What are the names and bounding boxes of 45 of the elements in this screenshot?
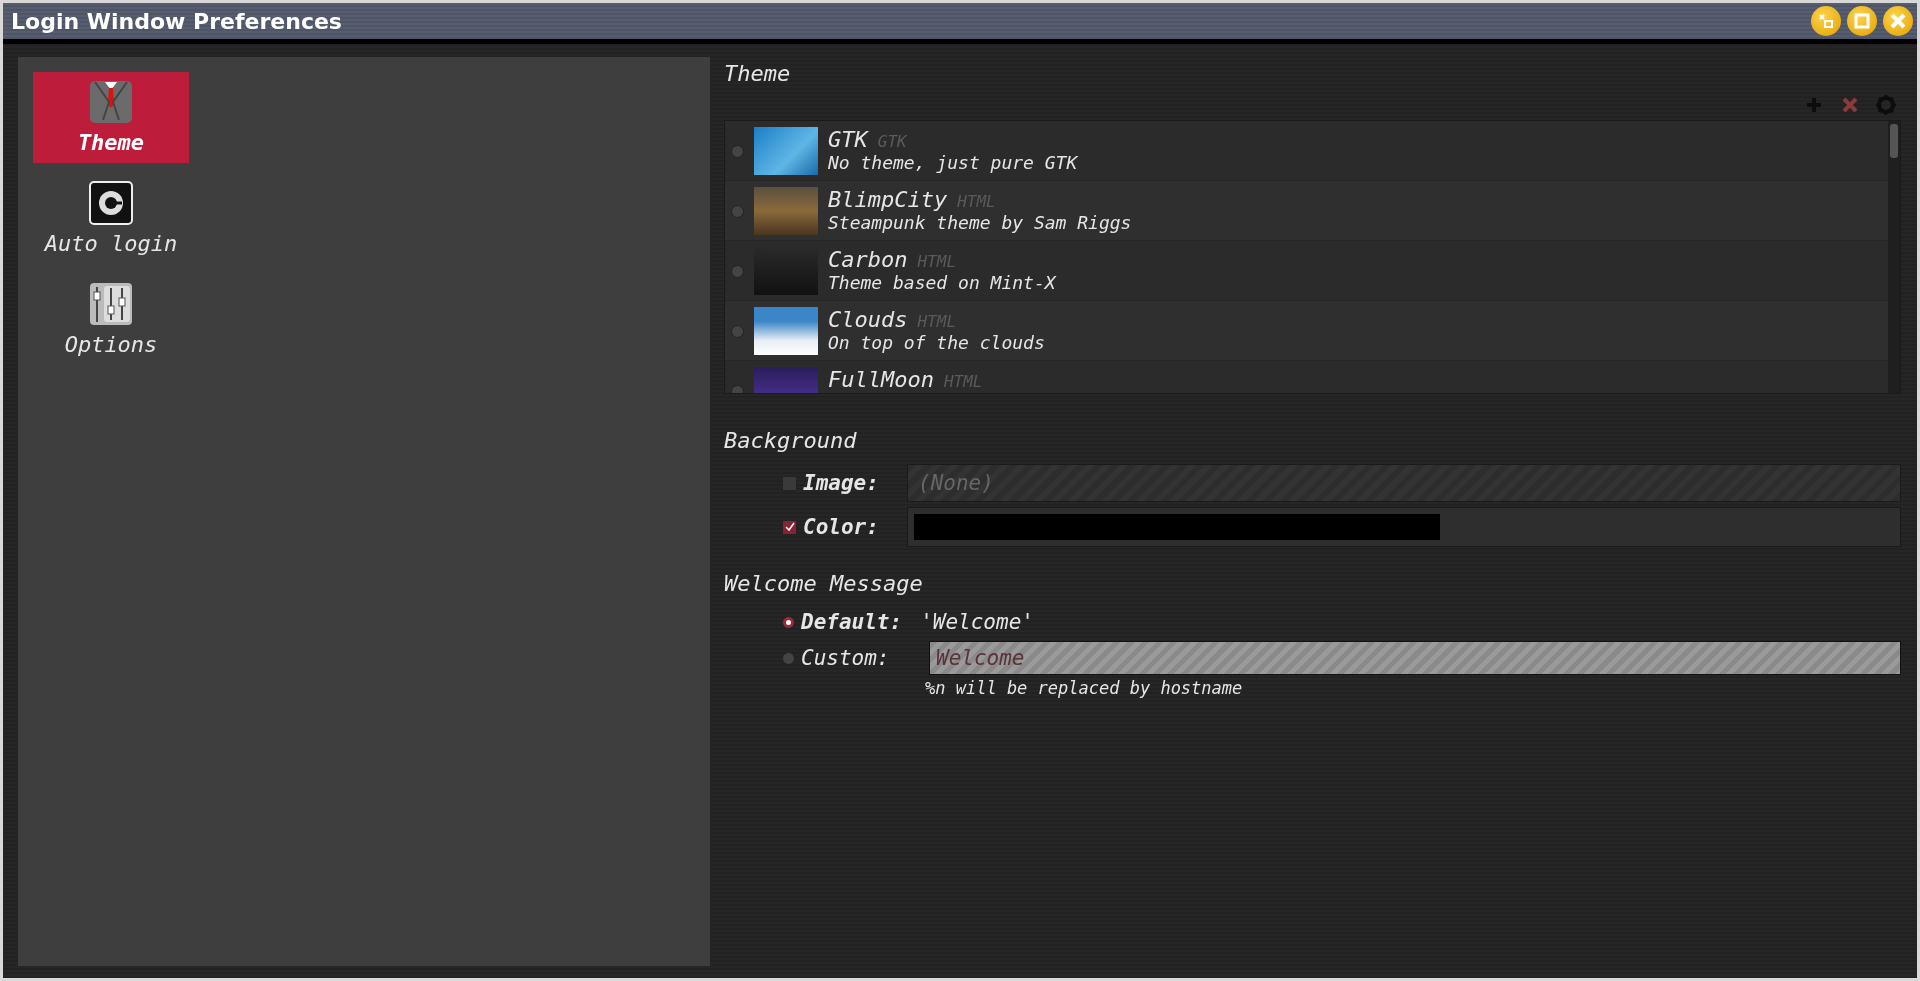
theme-description: Theme based on Mint-X xyxy=(828,272,1056,293)
checkbox[interactable] xyxy=(782,519,797,535)
theme-description: On top of the clouds xyxy=(828,332,1045,353)
radio-button[interactable] xyxy=(731,145,744,158)
settings-icon[interactable] xyxy=(1875,94,1897,116)
window-title: Login Window Preferences xyxy=(11,8,342,34)
radio-button[interactable] xyxy=(731,205,744,218)
section-heading: Background xyxy=(724,428,858,453)
default-message: 'Welcome' xyxy=(920,610,1034,634)
theme-name: Carbon xyxy=(828,247,908,272)
sliders-icon xyxy=(89,282,133,326)
close-icon xyxy=(1890,13,1906,29)
maximize-button[interactable] xyxy=(1847,6,1877,36)
radio-button[interactable] xyxy=(782,651,795,665)
radio-button[interactable] xyxy=(782,615,795,629)
radio-button[interactable] xyxy=(731,265,744,278)
field-label: Color: xyxy=(803,515,880,539)
hint-text: %n will be replaced by hostname xyxy=(925,678,1244,698)
sidebar-item[interactable]: Theme xyxy=(33,72,189,163)
option-label: Default: xyxy=(801,610,903,634)
close-button[interactable] xyxy=(1883,6,1913,36)
theme-name: FullMoon xyxy=(828,367,934,392)
restore-icon xyxy=(1818,13,1834,29)
color-picker-button[interactable] xyxy=(907,507,1901,547)
restore-button[interactable] xyxy=(1811,6,1841,36)
theme-thumbnail xyxy=(754,187,818,235)
sidebar-item[interactable]: Options xyxy=(33,274,189,365)
suit-icon xyxy=(89,80,133,124)
power-icon xyxy=(89,181,133,225)
theme-thumbnail xyxy=(754,307,818,355)
theme-description: No theme, just pure GTK xyxy=(828,152,1078,173)
theme-name: GTK xyxy=(828,127,868,152)
theme-name: BlimpCity xyxy=(828,187,948,212)
sidebar-item[interactable]: Auto login xyxy=(33,173,189,264)
section-heading: Theme xyxy=(724,61,792,86)
radio-button[interactable] xyxy=(731,325,744,338)
option-label: Custom: xyxy=(801,646,891,670)
theme-thumbnail xyxy=(754,127,818,175)
maximize-icon xyxy=(1854,13,1870,29)
checkbox[interactable] xyxy=(782,475,797,491)
theme-description: Steampunk theme by Sam Riggs xyxy=(828,212,1132,233)
scrollbar[interactable] xyxy=(1888,121,1900,393)
theme-name: Clouds xyxy=(828,307,908,332)
section-heading: Welcome Message xyxy=(724,571,924,596)
field-label: Image: xyxy=(803,471,880,495)
